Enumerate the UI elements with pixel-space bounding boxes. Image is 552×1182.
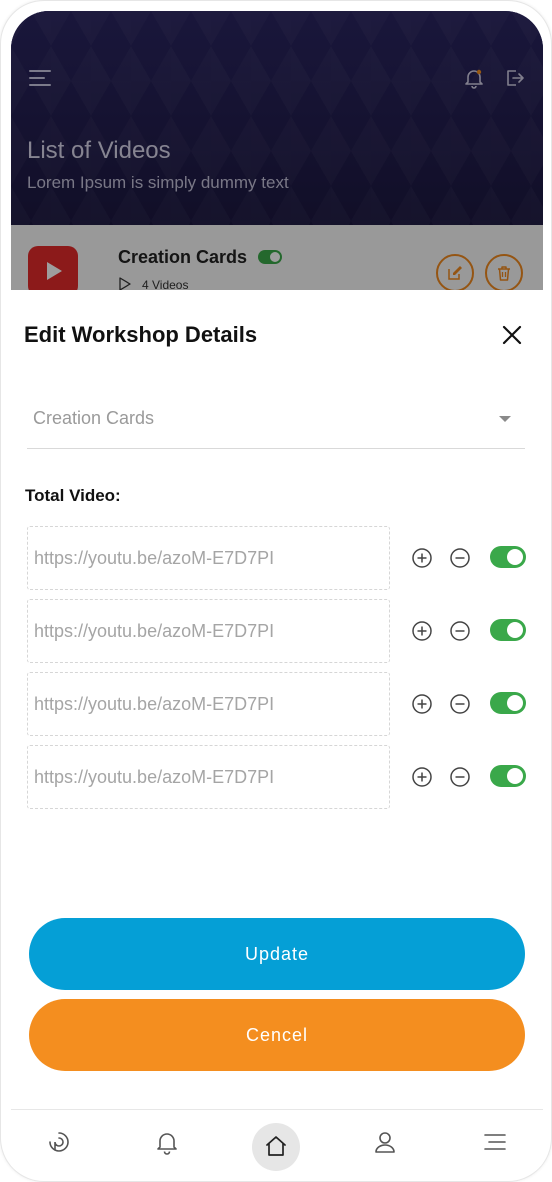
- video-row: [27, 745, 537, 809]
- remove-circle-icon[interactable]: [449, 620, 471, 642]
- sheet-title: Edit Workshop Details: [24, 322, 258, 347]
- chevron-down-icon: [499, 416, 511, 422]
- video-enabled-toggle[interactable]: [490, 546, 526, 568]
- update-button[interactable]: Update: [29, 918, 525, 990]
- home-nav-button[interactable]: [252, 1123, 300, 1171]
- video-url-input[interactable]: [27, 526, 390, 590]
- workshop-select[interactable]: Creation Cards: [27, 394, 525, 449]
- video-row: [27, 672, 537, 736]
- add-circle-icon[interactable]: [411, 693, 433, 715]
- home-icon: [266, 1136, 286, 1156]
- user-icon[interactable]: [371, 1128, 399, 1156]
- close-icon[interactable]: [501, 324, 523, 346]
- cancel-button[interactable]: Cencel: [29, 999, 525, 1071]
- menu-icon[interactable]: [481, 1128, 509, 1156]
- video-enabled-toggle[interactable]: [490, 765, 526, 787]
- video-url-input[interactable]: [27, 599, 390, 663]
- add-circle-icon[interactable]: [411, 547, 433, 569]
- workshop-select-value: Creation Cards: [33, 408, 155, 428]
- remove-circle-icon[interactable]: [449, 766, 471, 788]
- app-screen: List of Videos Lorem Ipsum is simply dum…: [11, 11, 543, 1171]
- add-circle-icon[interactable]: [411, 766, 433, 788]
- device-frame: List of Videos Lorem Ipsum is simply dum…: [0, 0, 552, 1182]
- video-row: [27, 526, 537, 590]
- bottom-nav-divider: [11, 1109, 543, 1110]
- total-video-label: Total Video:: [25, 486, 121, 505]
- feed-icon[interactable]: [45, 1128, 73, 1156]
- video-row: [27, 599, 537, 663]
- video-enabled-toggle[interactable]: [490, 692, 526, 714]
- video-url-input[interactable]: [27, 672, 390, 736]
- add-circle-icon[interactable]: [411, 620, 433, 642]
- modal-backdrop[interactable]: [11, 11, 543, 290]
- bell-icon[interactable]: [153, 1128, 181, 1156]
- remove-circle-icon[interactable]: [449, 693, 471, 715]
- remove-circle-icon[interactable]: [449, 547, 471, 569]
- video-enabled-toggle[interactable]: [490, 619, 526, 641]
- video-url-input[interactable]: [27, 745, 390, 809]
- edit-workshop-sheet: Edit Workshop Details Creation Cards Tot…: [11, 290, 543, 1171]
